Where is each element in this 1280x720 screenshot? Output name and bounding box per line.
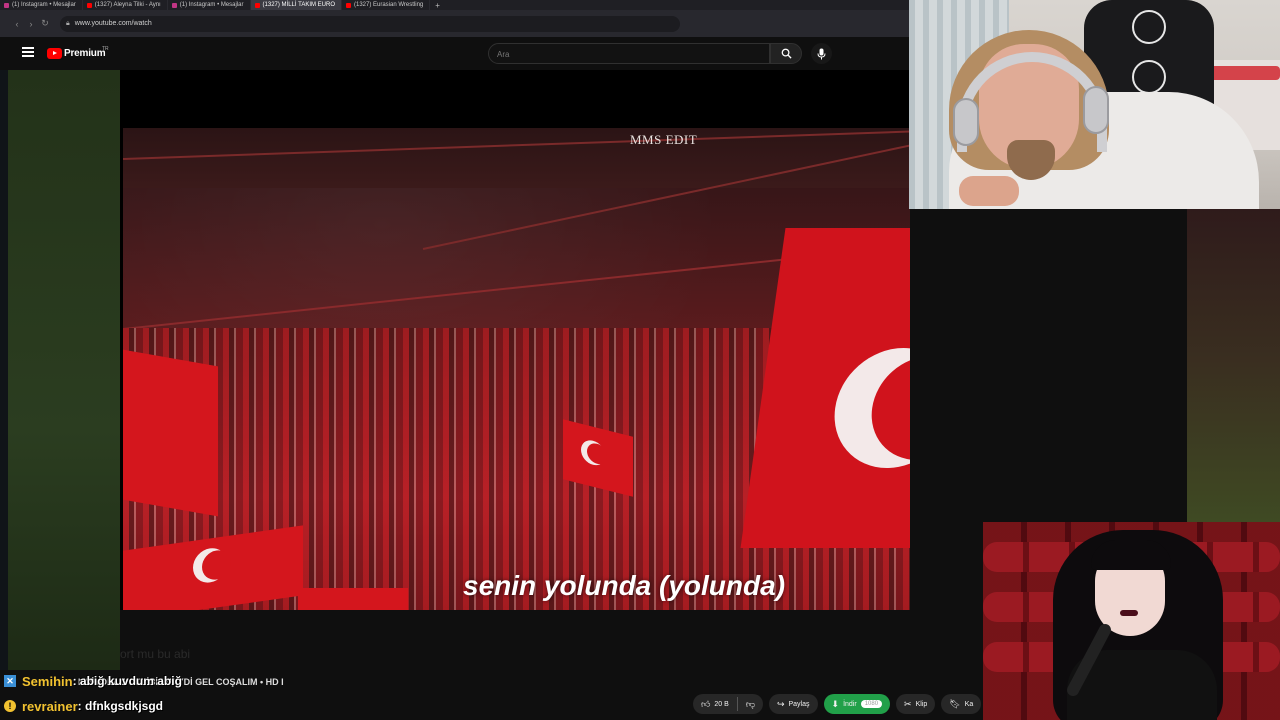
download-button[interactable]: ⬇ İndir 1080 (823, 694, 891, 714)
share-icon: ↪ (776, 698, 785, 709)
chat-message: ✕ Semihin : abiğ kuvdum abiğ (4, 672, 182, 690)
lock-icon: 🔒︎ (66, 19, 70, 27)
bookmark-icon: 🔖︎ (949, 698, 961, 709)
quality-badge[interactable]: 1080 (860, 700, 883, 708)
clip-label: Klip (915, 700, 928, 708)
like-button[interactable]: 👍︎ 20 B 👎︎ (693, 694, 763, 714)
youtube-header: Premium TR (0, 37, 910, 70)
faded-comment: ort mu bu abi (120, 647, 191, 661)
like-count: 20 B (714, 700, 729, 708)
browser-tab[interactable]: (1327) Eurasian Wrestling (342, 0, 431, 10)
browser-tab-active[interactable]: (1327) MİLLİ TAKIM EURO (250, 0, 342, 10)
scissors-icon: ✂ (904, 698, 912, 709)
video-actions: 👍︎ 20 B 👎︎ ↪ Paylaş ⬇ İndir 1080 ✂ Klip … (693, 693, 982, 715)
chat-text: : dfnkgsdkjsgd (77, 699, 163, 713)
search-icon (781, 48, 792, 59)
url-text: www.youtube.com/watch (74, 20, 152, 27)
video-lyric-subtitle: senin yolunda (yolunda) (463, 570, 786, 601)
pillow (1204, 66, 1280, 80)
new-tab-button[interactable]: + (430, 1, 445, 10)
microphone-icon (817, 48, 826, 59)
character-bangs (1091, 540, 1171, 570)
browser-tab-bar: (1) Instagram • Mesajlar (1327) Aleyna T… (0, 0, 910, 10)
voice-search-button[interactable] (811, 43, 832, 64)
search-button[interactable] (770, 43, 802, 64)
search-box (488, 43, 770, 64)
streamer-webcam (909, 0, 1280, 209)
instagram-icon (171, 2, 177, 8)
reload-icon[interactable]: ↻ (38, 18, 52, 29)
address-bar: ‹ › ↻ 🔒︎ www.youtube.com/watch (0, 10, 910, 37)
share-button[interactable]: ↪ Paylaş (768, 694, 818, 714)
flag (298, 588, 408, 610)
video-player[interactable]: ★ MMS EDIT senin yolunda (yolunda) (120, 70, 910, 670)
youtube-logo-icon[interactable] (47, 48, 62, 59)
region-code: TR (102, 46, 109, 52)
warning-icon: ! (4, 700, 16, 712)
x-icon: ✕ (4, 675, 16, 687)
left-decorative-panel (8, 70, 120, 670)
chat-text: : abiğ kuvdum abiğ (72, 674, 182, 688)
chat-username[interactable]: revrainer (22, 699, 78, 714)
thumbs-down-icon[interactable]: 👎︎ (746, 699, 755, 710)
browser-tab[interactable]: (1327) Aleyna Tilki - Aynı (83, 0, 168, 10)
youtube-icon (254, 2, 260, 8)
headset-earcup (953, 98, 979, 146)
share-label: Paylaş (788, 700, 810, 708)
flag (123, 349, 218, 517)
hand (959, 176, 1019, 206)
chat-message: ! revrainer : dfnkgsdkjsgd (4, 697, 163, 715)
url-field[interactable]: 🔒︎ www.youtube.com/watch (60, 15, 680, 32)
forward-icon[interactable]: › (24, 19, 38, 29)
headset-earcup (1083, 86, 1109, 134)
video-frame: ★ MMS EDIT senin yolunda (yolunda) (123, 128, 910, 610)
save-button[interactable]: 🔖︎ Ka (941, 694, 982, 714)
back-icon[interactable]: ‹ (10, 19, 24, 29)
download-label: İndir (843, 700, 857, 708)
thumbs-up-icon: 👍︎ (701, 698, 711, 709)
chair-logo-icon (1132, 10, 1166, 44)
browser-tab[interactable]: (1) Instagram • Mesajlar (0, 0, 83, 10)
instagram-icon (4, 2, 9, 8)
chair-logo-icon (1132, 60, 1166, 94)
character-image (983, 522, 1280, 720)
flag: ★ (740, 228, 910, 548)
youtube-icon (346, 2, 351, 8)
chat-username[interactable]: Semihin (22, 674, 73, 689)
youtube-premium-logo[interactable]: Premium (64, 48, 106, 59)
video-watermark: MMS EDIT (630, 132, 698, 147)
character-lips (1120, 610, 1138, 616)
youtube-icon (86, 2, 92, 8)
clip-button[interactable]: ✂ Klip (896, 694, 936, 714)
browser-tab[interactable]: (1) Instagram • Mesajlar (168, 0, 251, 10)
save-label: Ka (964, 700, 974, 708)
right-decorative-panel (1187, 209, 1280, 522)
menu-icon[interactable] (22, 47, 34, 57)
side-edge (0, 70, 8, 670)
search-input[interactable] (497, 48, 757, 60)
stadium-roof (123, 128, 910, 188)
download-icon: ⬇ (831, 698, 840, 709)
